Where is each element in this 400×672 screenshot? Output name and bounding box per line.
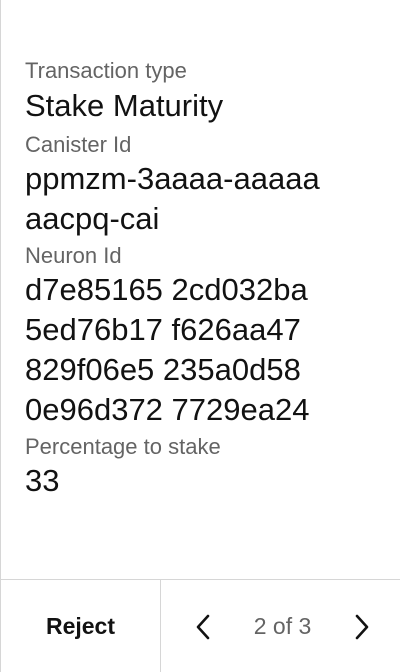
neuron-id-line: 0e96d372 7729ea24 [25, 392, 310, 427]
previous-page-button[interactable] [189, 607, 217, 647]
neuron-id-label: Neuron Id [25, 243, 122, 268]
neuron-id-block: Neuron Id d7e85165 2cd032ba 5ed76b17 f62… [25, 242, 385, 430]
transaction-type-value: Stake Maturity [25, 88, 224, 123]
reject-button[interactable]: Reject [1, 580, 161, 672]
pagination: 2 of 3 [161, 580, 400, 672]
canister-id-line: ppmzm-3aaaa-aaaaa [25, 161, 320, 196]
reject-button-label: Reject [45, 613, 116, 639]
canister-id-block: Canister Id ppmzm-3aaaa-aaaaa aacpq-cai [25, 131, 385, 239]
percentage-to-stake-block: Percentage to stake 33 [25, 433, 385, 501]
transaction-details: Transaction type Stake Maturity Canister… [25, 57, 385, 501]
neuron-id-line: d7e85165 2cd032ba [25, 272, 308, 307]
chevron-right-icon [355, 614, 369, 639]
canister-id-value: ppmzm-3aaaa-aaaaa aacpq-cai [25, 159, 385, 239]
canister-id-line: aacpq-cai [25, 201, 160, 236]
neuron-id-value: d7e85165 2cd032ba 5ed76b17 f626aa47 829f… [25, 270, 385, 430]
neuron-id-line: 829f06e5 235a0d58 [25, 352, 301, 387]
transaction-review-screen: Transaction type Stake Maturity Canister… [0, 0, 400, 672]
percentage-to-stake-value: 33 [25, 463, 60, 498]
review-footer: Reject 2 of 3 [1, 579, 400, 672]
transaction-type-label: Transaction type [25, 58, 187, 83]
percentage-to-stake-label: Percentage to stake [25, 434, 221, 459]
chevron-left-icon [196, 614, 210, 639]
transaction-type-block: Transaction type Stake Maturity [25, 57, 385, 126]
neuron-id-line: 5ed76b17 f626aa47 [25, 312, 301, 347]
page-indicator: 2 of 3 [253, 613, 312, 639]
canister-id-label: Canister Id [25, 132, 132, 157]
next-page-button[interactable] [348, 607, 376, 647]
